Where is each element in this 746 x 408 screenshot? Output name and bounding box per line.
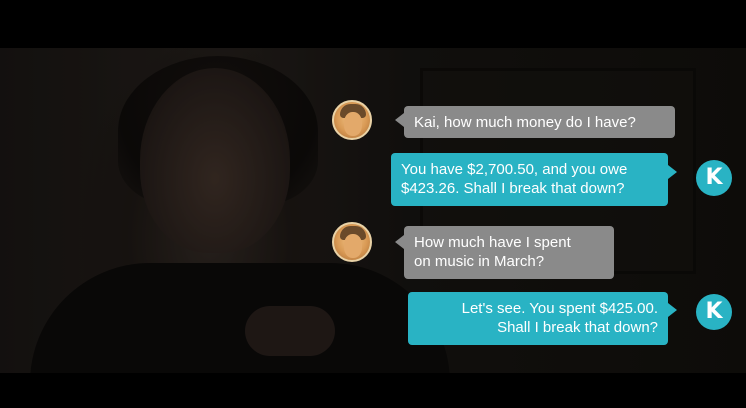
person-head: [140, 68, 290, 253]
person-torso: [30, 263, 450, 373]
message-line: How much have I spent: [414, 234, 571, 251]
message-line: You have $2,700.50, and you owe: [401, 161, 628, 178]
person-hand-with-phone: [245, 306, 335, 356]
video-frame: Kai, how much money do I have? You have …: [0, 0, 746, 408]
letterbox-top: [0, 0, 746, 48]
bubble-tail: [668, 165, 677, 179]
kai-logo-icon: K: [696, 294, 732, 330]
message-line: Shall I break that down?: [497, 319, 658, 336]
kai-message-bubble: Let's see. You spent $425.00. Shall I br…: [408, 292, 668, 345]
message-line: Kai, how much money do I have?: [414, 114, 636, 131]
message-line: on music in March?: [414, 253, 545, 270]
bubble-tail: [395, 235, 404, 249]
user-avatar-icon: [332, 222, 372, 262]
letterbox-bottom: [0, 373, 746, 408]
user-avatar-icon: [332, 100, 372, 140]
bubble-tail: [668, 303, 677, 317]
bubble-tail: [395, 113, 404, 127]
message-line: $423.26. Shall I break that down?: [401, 180, 625, 197]
user-message-bubble: Kai, how much money do I have?: [404, 106, 675, 138]
person-hair: [118, 56, 318, 206]
message-line: Let's see. You spent $425.00.: [461, 300, 658, 317]
kai-message-bubble: You have $2,700.50, and you owe $423.26.…: [391, 153, 668, 206]
kai-logo-icon: K: [696, 160, 732, 196]
user-message-bubble: How much have I spent on music in March?: [404, 226, 614, 279]
